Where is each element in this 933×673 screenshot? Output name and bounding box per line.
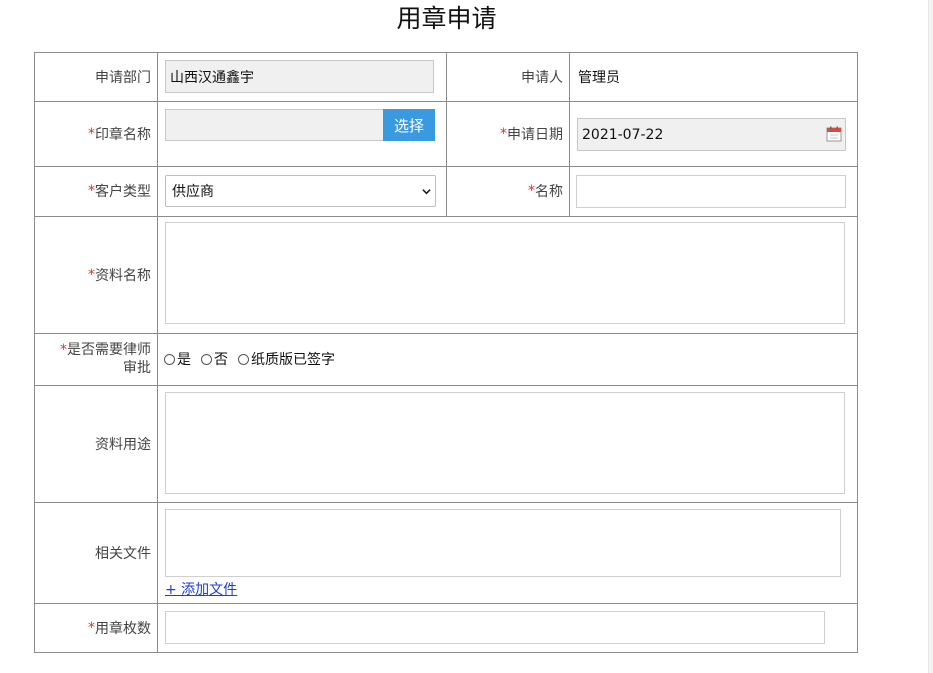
seal-name-label: * 印章名称	[88, 125, 151, 143]
select-seal-button[interactable]: 选择	[383, 109, 435, 141]
seal-application-form: 申请部门 山西汉通鑫宇 申请人 管理员 * 印章名称 选择 * 申请日期 2021-…	[34, 52, 858, 653]
radio-button[interactable]	[164, 353, 175, 365]
department-value: 山西汉通鑫宇	[170, 69, 254, 86]
seal-name-field[interactable]	[165, 109, 384, 141]
scrollbar-track[interactable]	[928, 0, 933, 673]
lawyer-review-label: *是否需要律师 审批	[60, 342, 151, 376]
name-label: * 名称	[528, 183, 563, 200]
name-input[interactable]	[576, 175, 846, 208]
radio-button[interactable]	[201, 353, 212, 365]
row-divider	[35, 333, 857, 334]
apply-date-label: * 申请日期	[500, 125, 563, 143]
department-field: 山西汉通鑫宇	[165, 60, 434, 93]
material-use-textarea[interactable]	[165, 392, 845, 494]
row-divider	[35, 385, 857, 386]
related-files-label: 相关文件	[95, 545, 151, 562]
row-divider	[35, 603, 857, 604]
radio-button[interactable]	[238, 353, 249, 365]
material-use-label: 资料用途	[95, 436, 151, 453]
radio-option-no[interactable]: 否	[201, 349, 228, 369]
material-name-label: * 资料名称	[88, 266, 151, 284]
column-divider	[569, 53, 570, 216]
column-divider	[157, 53, 158, 652]
row-divider	[35, 502, 857, 503]
customer-type-selected: 供应商	[172, 184, 214, 200]
department-label: 申请部门	[95, 70, 151, 86]
lawyer-review-radio-group: 是 否 纸质版已签字	[164, 333, 345, 385]
radio-option-yes[interactable]: 是	[164, 349, 191, 369]
radio-option-paper-signed[interactable]: 纸质版已签字	[238, 349, 335, 369]
page-title: 用章申请	[396, 4, 497, 33]
add-file-link[interactable]: + 添加文件	[165, 579, 237, 599]
related-files-list	[165, 509, 841, 577]
applicant-value: 管理员	[578, 70, 620, 86]
seal-count-input[interactable]	[165, 611, 825, 644]
row-divider	[35, 216, 857, 217]
customer-type-select[interactable]: 供应商	[165, 175, 436, 207]
apply-date-field[interactable]: 2021-07-22	[577, 118, 846, 151]
chevron-down-icon	[422, 189, 431, 195]
material-name-textarea[interactable]	[165, 222, 845, 324]
customer-type-label: * 客户类型	[88, 183, 151, 200]
seal-count-label: * 用章枚数	[88, 619, 151, 637]
calendar-icon[interactable]	[826, 126, 842, 142]
applicant-label: 申请人	[521, 70, 563, 86]
